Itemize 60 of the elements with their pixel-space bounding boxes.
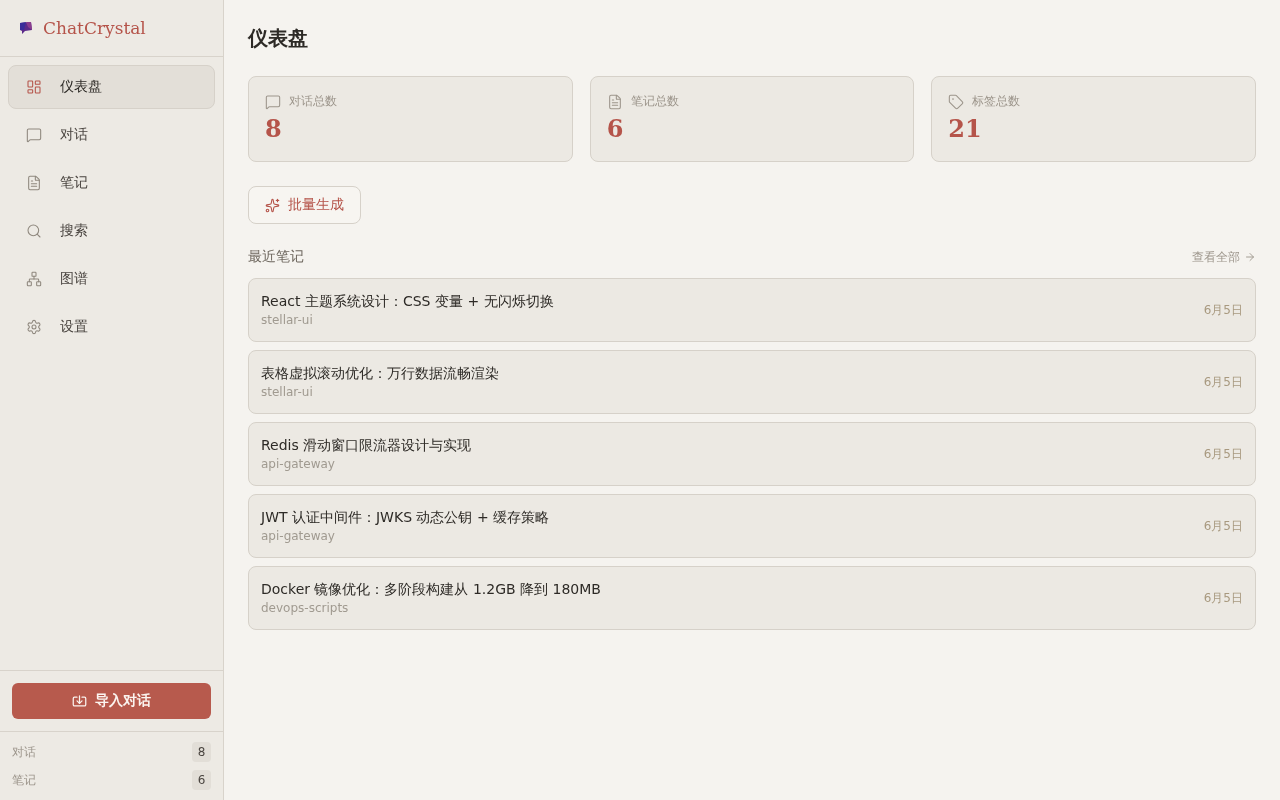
- document-icon: [26, 175, 42, 191]
- stat-card-value: 8: [265, 114, 283, 144]
- nav-item[interactable]: 图谱: [8, 257, 215, 301]
- nav-item[interactable]: 搜索: [8, 209, 215, 253]
- document-icon: [606, 93, 623, 110]
- note-date: 6月5日: [1203, 373, 1243, 391]
- note-title: Redis 滑动窗口限流器设计与实现: [261, 437, 472, 455]
- note-project: api-gateway: [261, 457, 336, 471]
- stat-card-value: 21: [948, 114, 983, 144]
- note-row[interactable]: Redis 滑动窗口限流器设计与实现 api-gateway 6月5日: [248, 422, 1256, 486]
- stat-card-value: 6: [606, 114, 625, 144]
- note-project: api-gateway: [261, 529, 336, 543]
- section-title: 最近笔记: [248, 248, 304, 266]
- settings-icon: [26, 319, 42, 335]
- nav-label: 笔记: [60, 174, 88, 192]
- nav-label: 仪表盘: [60, 78, 102, 96]
- note-row[interactable]: JWT 认证中间件：JWKS 动态公钥 + 缓存策略 api-gateway 6月5日: [248, 494, 1256, 558]
- app-name: ChatCrystal: [43, 18, 146, 38]
- sparkles-icon: [265, 197, 280, 213]
- nav-label: 对话: [60, 126, 88, 144]
- stat-card-label: 对话总数: [289, 93, 337, 110]
- page-title: 仪表盘: [248, 25, 309, 52]
- note-date: 6月5日: [1203, 301, 1243, 319]
- note-title: JWT 认证中间件：JWKS 动态公钥 + 缓存策略: [261, 509, 550, 527]
- note-title: Docker 镜像优化：多阶段构建从 1.2GB 降到 180MB: [261, 581, 601, 599]
- chat-bubble-icon: [265, 93, 281, 110]
- note-project: stellar-ui: [261, 385, 314, 399]
- note-title: React 主题系统设计：CSS 变量 + 无闪烁切换: [261, 293, 554, 311]
- arrow-right-icon: [1244, 251, 1256, 263]
- search-icon: [26, 223, 42, 239]
- note-row[interactable]: React 主题系统设计：CSS 变量 + 无闪烁切换 stellar-ui 6月5日: [248, 278, 1256, 342]
- dashboard-icon: [26, 79, 42, 95]
- note-title: 表格虚拟滚动优化：万行数据流畅渲染: [261, 365, 499, 383]
- stat-label: 笔记: [12, 771, 36, 789]
- note-row[interactable]: 表格虚拟滚动优化：万行数据流畅渲染 stellar-ui 6月5日: [248, 350, 1256, 414]
- note-date: 6月5日: [1203, 517, 1243, 535]
- nav-label: 设置: [60, 318, 88, 336]
- nav-label: 搜索: [60, 222, 88, 240]
- import-icon: [72, 693, 87, 709]
- tag-icon: [948, 93, 965, 110]
- note-date: 6月5日: [1203, 445, 1243, 463]
- nav-label: 图谱: [60, 270, 88, 288]
- network-icon: [26, 271, 42, 287]
- chat-bubble-icon: [26, 127, 42, 143]
- batch-generate-button[interactable]: 批量生成: [248, 186, 361, 224]
- count-badge: 8: [192, 742, 211, 762]
- stat-card-label: 笔记总数: [630, 93, 679, 110]
- note-row[interactable]: Docker 镜像优化：多阶段构建从 1.2GB 降到 180MB devops-scripts 6月5日: [248, 566, 1256, 630]
- nav-item[interactable]: 对话: [8, 113, 215, 157]
- note-date: 6月5日: [1203, 589, 1243, 607]
- import-button[interactable]: 导入对话: [12, 683, 211, 719]
- note-project: devops-scripts: [261, 601, 350, 615]
- crystal-bubble-logo-icon: [19, 21, 33, 35]
- nav-item[interactable]: 设置: [8, 305, 215, 349]
- nav-item[interactable]: 仪表盘: [8, 65, 215, 109]
- stat-label: 对话: [12, 743, 36, 761]
- nav-item[interactable]: 笔记: [8, 161, 215, 205]
- count-badge: 6: [192, 770, 211, 790]
- stat-card-label: 标签总数: [972, 93, 1021, 110]
- note-project: stellar-ui: [261, 313, 314, 327]
